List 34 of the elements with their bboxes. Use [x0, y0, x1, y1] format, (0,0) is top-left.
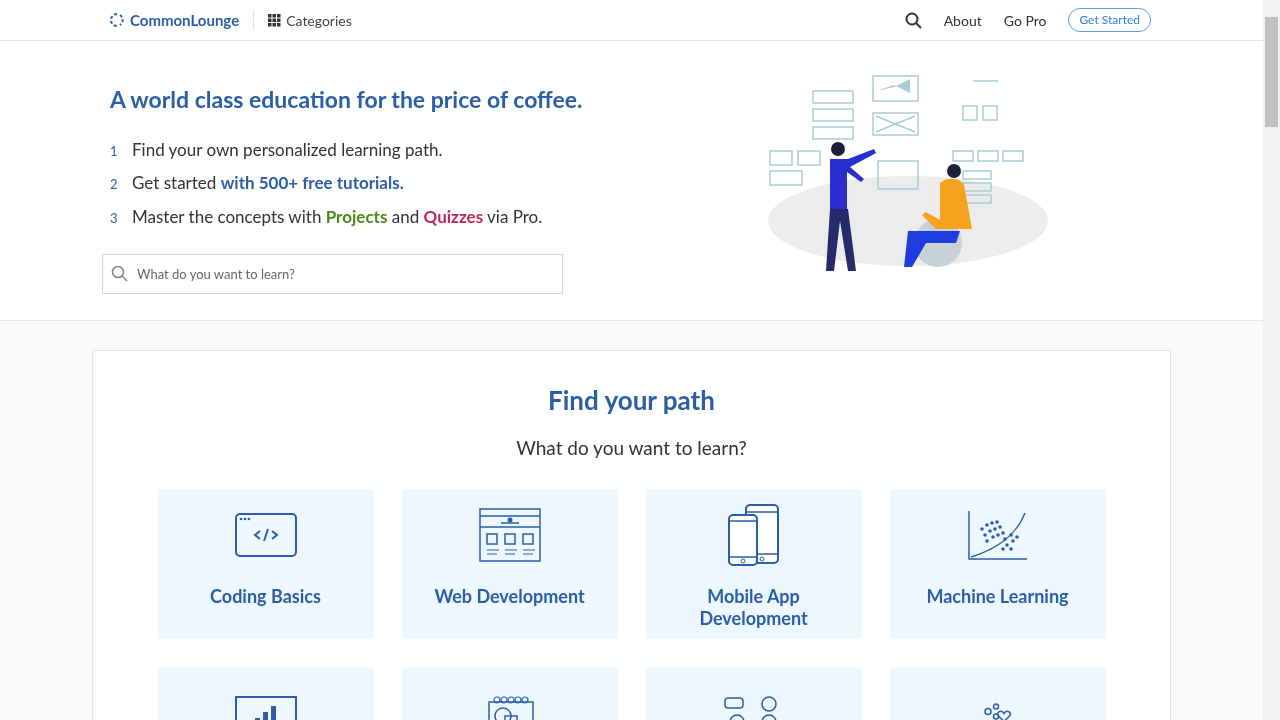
scrollbar[interactable] — [1263, 0, 1280, 720]
step-number: 1 — [110, 141, 119, 161]
category-card[interactable]: Mobile App Development — [645, 488, 862, 639]
step-text: Get started with 500+ free tutorials. — [132, 171, 404, 195]
phones-icon — [727, 503, 780, 566]
category-card[interactable]: Web Development — [401, 488, 618, 639]
step-text: Find your own personalized learning path. — [132, 137, 443, 162]
logo-link[interactable]: CommonLounge — [130, 8, 240, 32]
category-card[interactable]: Machine Learning — [889, 488, 1106, 639]
step-text: Master the concepts with Projects and Quizzes via Pro. — [132, 204, 543, 229]
scrollbar-thumb[interactable] — [1265, 17, 1278, 127]
share-heart-icon — [983, 703, 1012, 720]
search-field[interactable]: What do you want to learn? — [102, 254, 563, 294]
step-number: 2 — [110, 175, 119, 194]
web-page-icon — [478, 507, 541, 562]
bar-chart-icon — [234, 695, 297, 720]
search-icon — [111, 265, 128, 282]
categories-link[interactable]: Categories — [268, 9, 352, 31]
card-label: Web Development — [433, 584, 586, 607]
step-number: 3 — [110, 208, 119, 228]
scatter-plot-icon — [966, 508, 1029, 561]
code-window-icon — [234, 512, 297, 557]
nav-link[interactable]: About — [943, 9, 982, 31]
hero-title: A world class education for the price of coffee. — [110, 84, 584, 115]
card-label: Mobile App Development — [698, 584, 809, 629]
logo-icon — [110, 12, 126, 28]
card-label: Coding Basics — [209, 584, 322, 607]
search-icon[interactable] — [904, 11, 922, 29]
category-card[interactable]: Coding Basics — [157, 488, 374, 639]
nav-link[interactable]: Go Pro — [1003, 9, 1047, 31]
section-subtitle: What do you want to learn? — [516, 435, 747, 461]
grid-icon — [268, 13, 282, 27]
card-label: Machine Learning — [925, 584, 1070, 607]
section-title: Find your path — [548, 383, 715, 418]
